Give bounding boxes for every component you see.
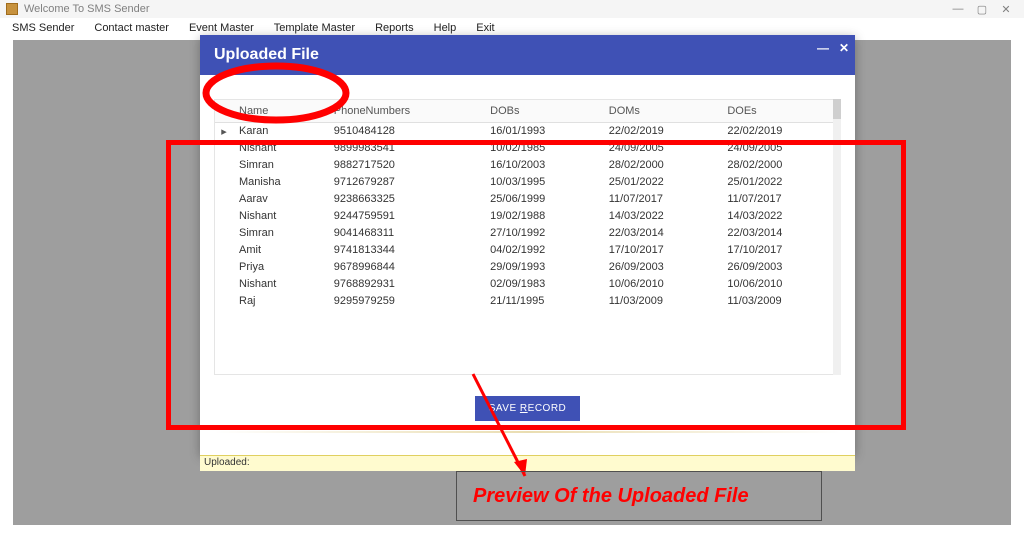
- annotation-highlight-box: [166, 140, 906, 430]
- menu-item-template-master[interactable]: Template Master: [266, 20, 363, 36]
- col-doe[interactable]: DOEs: [721, 100, 840, 122]
- col-dom[interactable]: DOMs: [603, 100, 722, 122]
- col-name[interactable]: Name: [233, 100, 328, 122]
- scrollbar-thumb[interactable]: [833, 99, 841, 119]
- annotation-caption: Preview Of the Uploaded File: [473, 485, 749, 508]
- maximize-button[interactable]: ▢: [970, 3, 994, 16]
- cell[interactable]: Karan: [233, 122, 328, 140]
- minimize-button[interactable]: —: [946, 3, 970, 15]
- cell[interactable]: 9510484128: [328, 122, 484, 140]
- close-button[interactable]: ✕: [994, 3, 1018, 16]
- menu-item-exit[interactable]: Exit: [468, 20, 502, 36]
- window-titlebar: Welcome To SMS Sender — ▢ ✕: [0, 0, 1024, 18]
- status-label: Uploaded:: [204, 457, 250, 468]
- menu-item-contact-master[interactable]: Contact master: [86, 20, 177, 36]
- dialog-minimize-icon[interactable]: —: [817, 41, 829, 55]
- cell[interactable]: 16/01/1993: [484, 122, 603, 140]
- menu-item-reports[interactable]: Reports: [367, 20, 422, 36]
- dialog-close-icon[interactable]: ✕: [839, 41, 849, 55]
- cell[interactable]: 22/02/2019: [603, 122, 722, 140]
- table-header-row: Name PhoneNumbers DOBs DOMs DOEs: [215, 100, 840, 122]
- app-icon: [6, 3, 18, 15]
- table-row[interactable]: ▸Karan951048412816/01/199322/02/201922/0…: [215, 122, 840, 140]
- menu-item-help[interactable]: Help: [426, 20, 465, 36]
- dialog-title: Uploaded File: [214, 46, 319, 64]
- status-bar: Uploaded:: [200, 455, 855, 471]
- row-marker: ▸: [215, 122, 233, 140]
- menu-item-event-master[interactable]: Event Master: [181, 20, 262, 36]
- window-title: Welcome To SMS Sender: [24, 3, 150, 15]
- col-phone[interactable]: PhoneNumbers: [328, 100, 484, 122]
- menu-item-sms-sender[interactable]: SMS Sender: [4, 20, 82, 36]
- dialog-header: Uploaded File — ✕: [200, 35, 855, 75]
- cell[interactable]: 22/02/2019: [721, 122, 840, 140]
- annotation-caption-box: Preview Of the Uploaded File: [456, 471, 822, 521]
- divider-line: [214, 431, 841, 433]
- col-dob[interactable]: DOBs: [484, 100, 603, 122]
